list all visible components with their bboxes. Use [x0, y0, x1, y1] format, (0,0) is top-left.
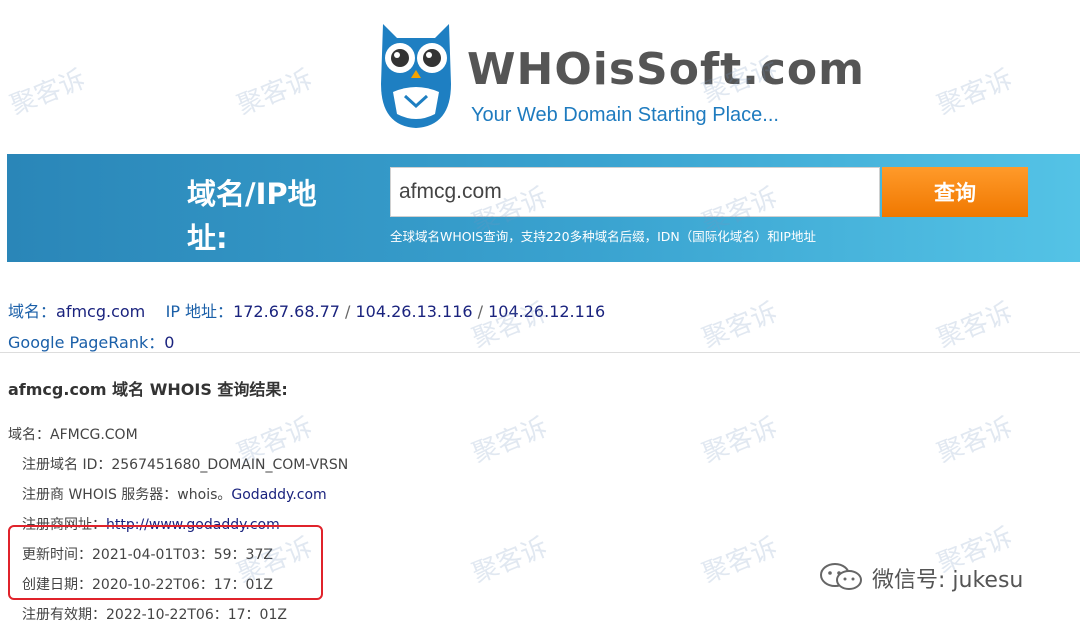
- watermark: 聚客诉: [698, 297, 782, 355]
- ip-sep-2: /: [472, 302, 489, 321]
- query-button[interactable]: 查询: [882, 167, 1028, 217]
- brand-name: WHOisSoft.com: [467, 44, 865, 95]
- pagerank-key: Google PageRank：: [8, 333, 165, 352]
- domain-key: 域名：: [8, 302, 57, 321]
- result-title: afmcg.com 域名 WHOIS 查询结果:: [8, 380, 288, 399]
- record-domain-id: 注册域名 ID：2567451680_DOMAIN_COM-VRSN: [8, 453, 348, 483]
- search-label: 域名/IP地址:: [187, 177, 317, 255]
- brand-tagline: Your Web Domain Starting Place...: [471, 104, 779, 126]
- watermark: 聚客诉: [233, 64, 317, 122]
- record-value: 2022-10-22T06：17：01Z: [106, 607, 287, 623]
- search-band: 域名/IP地址: 查询 全球域名WHOIS查询，支持220多种域名后缀，IDN（…: [7, 154, 1080, 262]
- domain-info: 域名：afmcg.com IP 地址：172.67.68.77 / 104.26…: [8, 296, 605, 358]
- owl-logo-icon: [381, 24, 451, 128]
- record-label: 注册有效期：: [22, 607, 106, 623]
- pagerank-line: Google PageRank：0: [8, 327, 605, 358]
- watermark: 聚客诉: [698, 412, 782, 470]
- record-label: 注册商 WHOIS 服务器：whois。: [22, 487, 232, 503]
- record-value: 2567451680_DOMAIN_COM-VRSN: [111, 457, 349, 473]
- watermark: 聚客诉: [6, 64, 90, 122]
- wechat-id: 微信号: jukesu: [872, 568, 1024, 593]
- watermark: 聚客诉: [468, 412, 552, 470]
- search-hint: 全球域名WHOIS查询，支持220多种域名后缀，IDN（国际化域名）和IP地址: [390, 229, 816, 244]
- watermark: 聚客诉: [468, 532, 552, 590]
- highlight-box: [8, 525, 323, 600]
- watermark: 聚客诉: [933, 297, 1017, 355]
- domain-ip-line: 域名：afmcg.com IP 地址：172.67.68.77 / 104.26…: [8, 296, 605, 327]
- ip-link-2[interactable]: 104.26.13.116: [356, 302, 473, 321]
- pagerank-value: 0: [164, 333, 175, 352]
- record-whois-server: 注册商 WHOIS 服务器：whois。Godaddy.com: [8, 483, 348, 513]
- watermark: 聚客诉: [933, 64, 1017, 122]
- ip-link-3[interactable]: 104.26.12.116: [488, 302, 605, 321]
- wechat-icon: [820, 563, 862, 590]
- divider: [0, 352, 1080, 353]
- record-label: 域名：: [8, 427, 50, 443]
- watermark: 聚客诉: [698, 532, 782, 590]
- ip-sep-1: /: [339, 302, 356, 321]
- record-value: AFMCG.COM: [50, 427, 138, 443]
- domain-search-input[interactable]: [390, 167, 880, 217]
- record-label: 注册域名 ID：: [22, 457, 112, 473]
- site-logo[interactable]: WHOisSoft.com Your Web Domain Starting P…: [375, 14, 864, 134]
- domain-link[interactable]: afmcg.com: [56, 302, 145, 321]
- whois-server-link[interactable]: Godaddy.com: [231, 487, 326, 503]
- ip-link-1[interactable]: 172.67.68.77: [233, 302, 340, 321]
- ip-key: IP 地址：: [165, 302, 234, 321]
- record-domain: 域名：AFMCG.COM: [8, 423, 348, 453]
- watermark: 聚客诉: [933, 412, 1017, 470]
- record-expiry: 注册有效期：2022-10-22T06：17：01Z: [8, 603, 348, 633]
